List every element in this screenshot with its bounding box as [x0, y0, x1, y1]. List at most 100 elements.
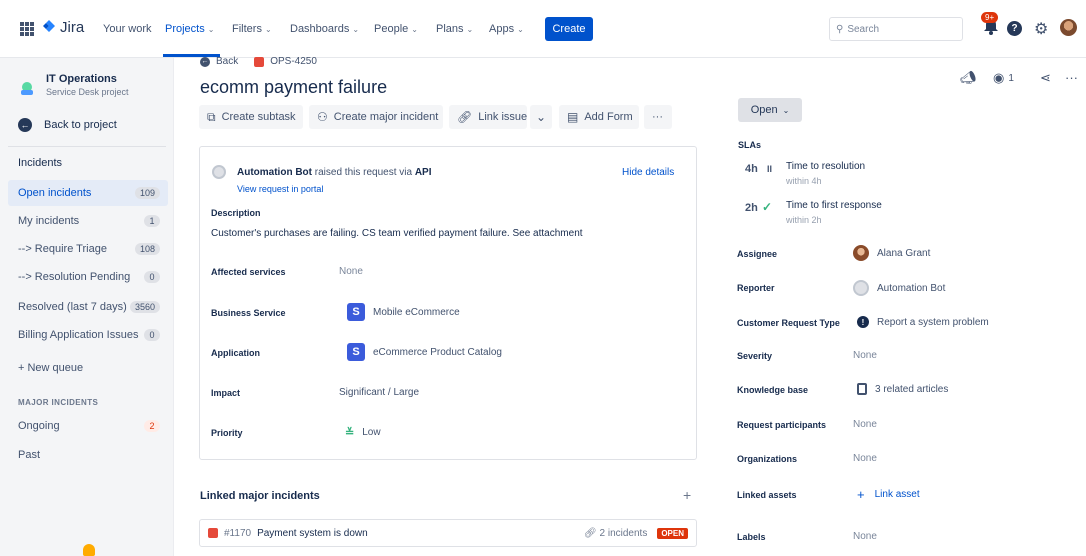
- create-subtask-button[interactable]: ⧉ Create subtask: [199, 105, 303, 129]
- app-switcher-icon[interactable]: [20, 22, 34, 36]
- help-icon[interactable]: ?: [1007, 21, 1022, 36]
- create-major-incident-button[interactable]: ⚇ Create major incident: [309, 105, 443, 129]
- assignee-name: Alana Grant: [877, 247, 931, 259]
- megaphone-icon[interactable]: 📣︎: [960, 70, 977, 86]
- eye-icon: ◉: [993, 70, 1005, 85]
- sidebar: IT Operations Service Desk project ← Bac…: [0, 58, 174, 556]
- project-type: Service Desk project: [46, 87, 129, 97]
- add-linked-incident-icon[interactable]: +: [683, 487, 691, 503]
- more-actions-button[interactable]: ···: [644, 105, 672, 129]
- sla-time: 4h: [745, 163, 758, 175]
- more-icon[interactable]: ···: [1065, 70, 1078, 85]
- knowledge-base-text: 3 related articles: [875, 383, 949, 395]
- application-value[interactable]: S eCommerce Product Catalog: [347, 343, 502, 361]
- nav-filters-label: Filters: [232, 23, 262, 35]
- breadcrumb: ← Back OPS-4250: [200, 56, 317, 67]
- link-asset-button[interactable]: + Link asset: [857, 487, 920, 502]
- linked-incident-count: 🔗︎ 2 incidents: [584, 528, 647, 539]
- queue-count: 0: [144, 329, 160, 341]
- back-link[interactable]: Back: [216, 56, 238, 67]
- raised-by-text: Automation Bot raised this request via A…: [237, 167, 432, 178]
- search-input[interactable]: ⚲ Search: [829, 17, 963, 41]
- knowledge-base-label: Knowledge base: [737, 385, 809, 395]
- queue-my-incidents[interactable]: My incidents 1: [8, 208, 168, 234]
- chevron-down-icon: ⌄: [264, 25, 272, 34]
- nav-apps[interactable]: Apps ⌄: [489, 23, 524, 35]
- queue-label: Open incidents: [18, 187, 92, 199]
- add-form-button[interactable]: ▤ Add Form: [559, 105, 639, 129]
- knowledge-base-value[interactable]: 3 related articles: [857, 383, 948, 395]
- queue-require-triage[interactable]: --> Require Triage 108: [8, 236, 168, 262]
- sla-within: within 2h: [786, 215, 822, 225]
- priority-value[interactable]: ≚ Low: [345, 426, 381, 439]
- watch-button[interactable]: ◉ 1: [993, 70, 1014, 86]
- queue-count: 109: [134, 187, 160, 199]
- priority-text: Low: [362, 427, 381, 438]
- severity-value[interactable]: None: [853, 350, 877, 361]
- raised-mid: raised this request via: [312, 167, 415, 178]
- labels-value[interactable]: None: [853, 531, 877, 542]
- new-queue-link[interactable]: + New queue: [18, 362, 83, 374]
- queue-resolution-pending[interactable]: --> Resolution Pending 0: [8, 264, 168, 290]
- book-icon: [857, 383, 867, 395]
- nav-people[interactable]: People ⌄: [374, 23, 418, 35]
- queue-resolved-last-7-days[interactable]: Resolved (last 7 days) 3560: [8, 294, 168, 320]
- gear-icon[interactable]: ⚙: [1034, 19, 1048, 39]
- raised-by-user[interactable]: Automation Bot: [237, 167, 312, 178]
- chevron-down-icon: ⌄: [411, 25, 418, 34]
- queue-billing-application-issues[interactable]: Billing Application Issues 0: [8, 322, 168, 348]
- back-to-project-label: Back to project: [44, 119, 117, 131]
- linked-incident-key[interactable]: #1170: [224, 528, 251, 539]
- assignee-value[interactable]: Alana Grant: [853, 245, 930, 261]
- slas-heading: SLAs: [738, 140, 762, 150]
- queue-label: Ongoing: [18, 420, 60, 432]
- issue-key[interactable]: OPS-4250: [270, 56, 317, 67]
- description-text[interactable]: Customer's purchases are failing. CS tea…: [211, 228, 583, 239]
- organizations-value[interactable]: None: [853, 453, 877, 464]
- share-icon[interactable]: ⋖: [1040, 70, 1051, 86]
- sla-within: within 4h: [786, 176, 822, 186]
- nav-filters[interactable]: Filters ⌄: [232, 23, 272, 35]
- avatar: [853, 245, 869, 261]
- issue-title[interactable]: ecomm payment failure: [200, 77, 387, 98]
- status-dropdown[interactable]: Open ⌄: [738, 98, 802, 122]
- arrow-left-icon: ←: [18, 118, 32, 132]
- nav-dashboards[interactable]: Dashboards ⌄: [290, 23, 359, 35]
- view-request-in-portal-link[interactable]: View request in portal: [237, 184, 323, 194]
- jira-logo[interactable]: Jira: [42, 19, 84, 36]
- add-form-label: Add Form: [584, 111, 633, 123]
- reporter-value[interactable]: Automation Bot: [853, 280, 945, 296]
- queue-label: --> Resolution Pending: [18, 271, 131, 283]
- nav-your-work[interactable]: Your work: [103, 23, 152, 35]
- link-issue-button[interactable]: 🔗︎ Link issue: [449, 105, 527, 129]
- request-participants-value[interactable]: None: [853, 419, 877, 430]
- customer-request-type-value[interactable]: ! Report a system problem: [857, 316, 989, 328]
- link-icon: 🔗︎: [457, 110, 473, 124]
- profile-avatar[interactable]: [1060, 19, 1077, 36]
- service-icon: S: [347, 343, 365, 361]
- impact-value[interactable]: Significant / Large: [339, 387, 419, 398]
- queue-count: 0: [144, 271, 160, 283]
- nav-people-label: People: [374, 23, 409, 35]
- major-incidents-ongoing[interactable]: Ongoing 2: [8, 413, 168, 439]
- link-icon: 🔗︎: [584, 527, 600, 539]
- create-subtask-label: Create subtask: [221, 111, 296, 123]
- linked-incident-summary[interactable]: Payment system is down: [257, 528, 368, 539]
- chevron-down-icon: ⌄: [466, 25, 474, 34]
- notification-badge: 9+: [981, 12, 999, 23]
- back-to-project-link[interactable]: ← Back to project: [18, 118, 117, 132]
- queue-open-incidents[interactable]: Open incidents 109: [8, 180, 168, 206]
- link-issue-dropdown[interactable]: ⌄: [530, 105, 552, 129]
- business-service-value[interactable]: S Mobile eCommerce: [347, 303, 460, 321]
- avatar: [853, 280, 869, 296]
- linked-incident-row[interactable]: #1170 Payment system is down 🔗︎ 2 incide…: [199, 519, 697, 547]
- hide-details-link[interactable]: Hide details: [622, 167, 674, 178]
- bell-icon[interactable]: [83, 544, 95, 556]
- arrow-left-icon: ←: [200, 56, 210, 67]
- affected-services-value[interactable]: None: [339, 266, 363, 277]
- create-button[interactable]: Create: [545, 17, 593, 41]
- nav-projects[interactable]: Projects ⌄: [165, 23, 214, 35]
- nav-plans[interactable]: Plans ⌄: [436, 23, 473, 35]
- major-incidents-past[interactable]: Past: [18, 449, 40, 461]
- major-incidents-heading: MAJOR INCIDENTS: [18, 398, 99, 407]
